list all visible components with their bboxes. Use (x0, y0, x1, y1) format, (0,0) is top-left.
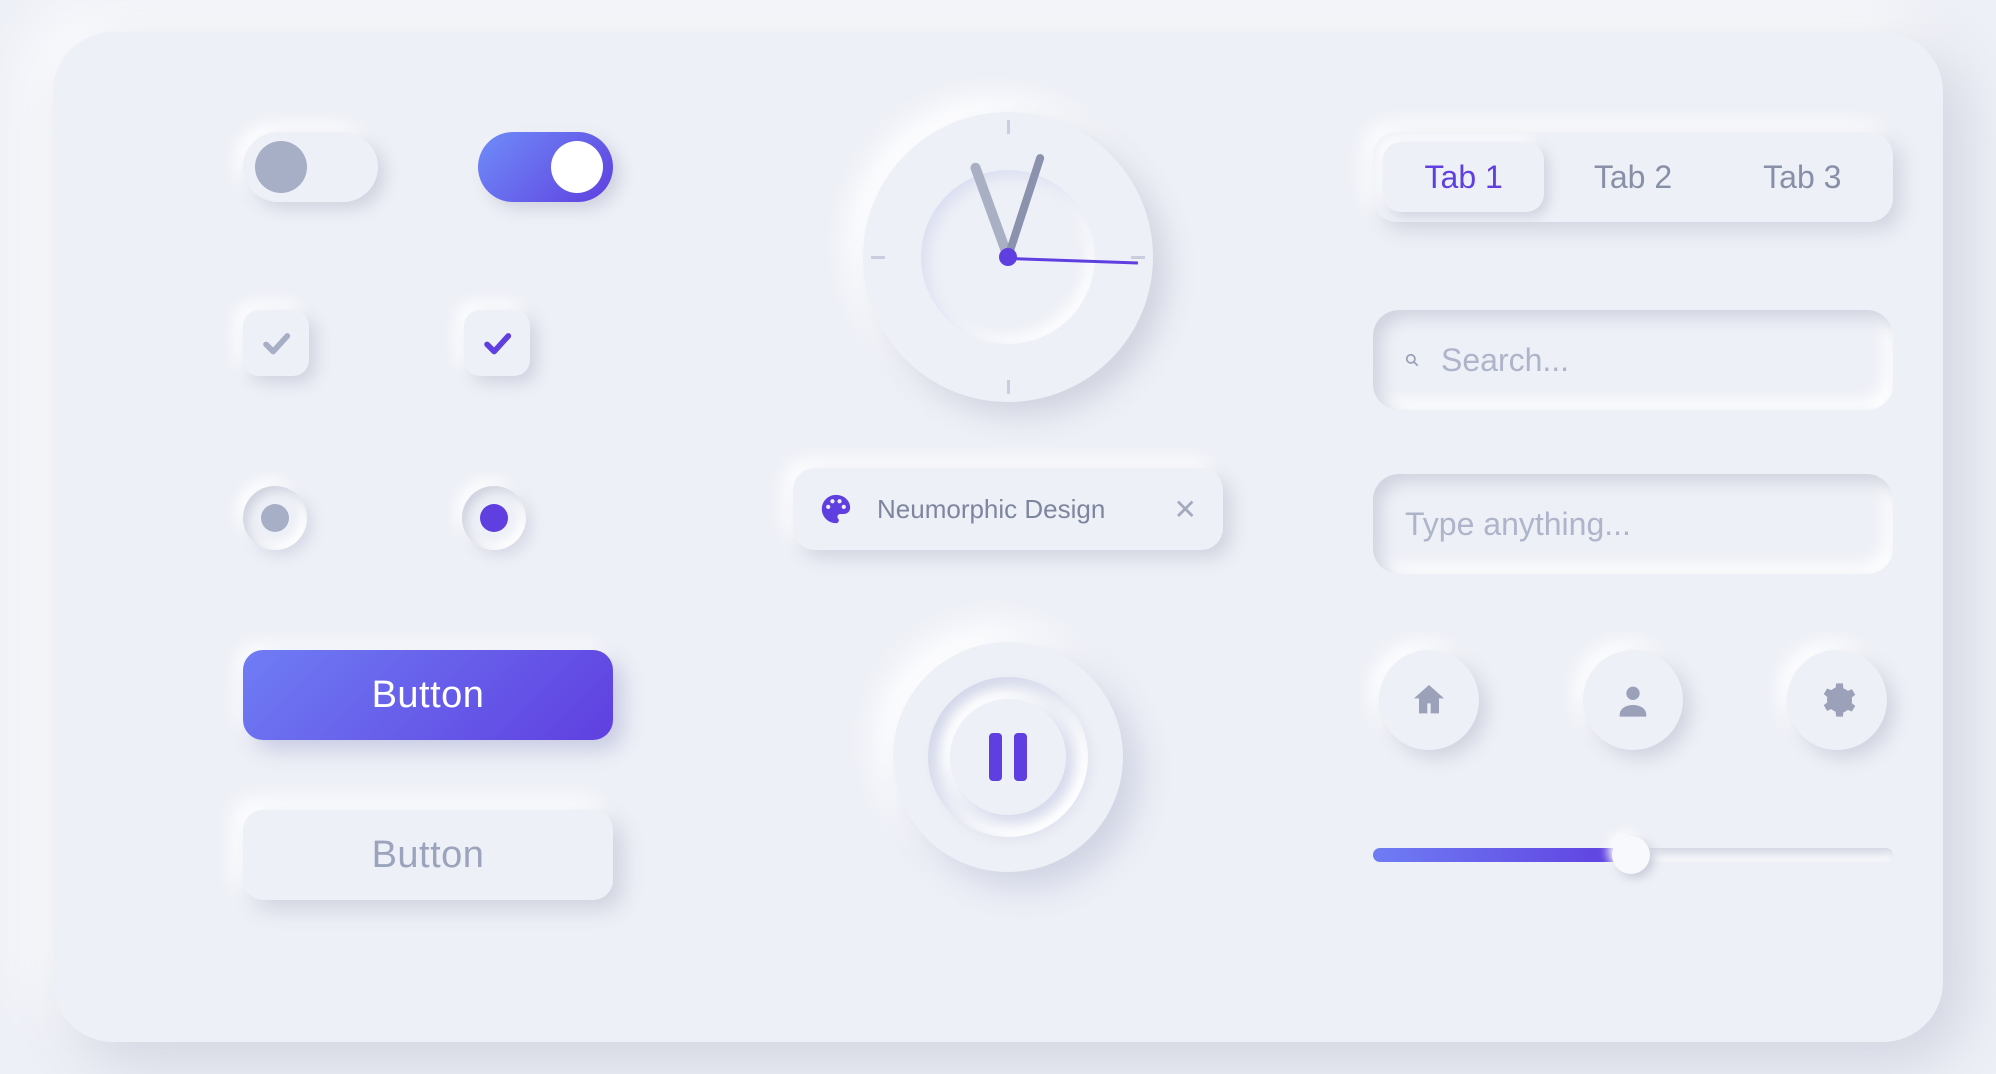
chip-label: Neumorphic Design (877, 494, 1150, 525)
search-icon (1405, 345, 1419, 375)
check-icon (480, 326, 514, 360)
toggle-knob (551, 141, 603, 193)
tab-bar: Tab 1 Tab 2 Tab 3 (1373, 132, 1893, 222)
toggle-on[interactable] (478, 132, 613, 202)
close-icon[interactable]: ✕ (1174, 493, 1197, 526)
neutral-button[interactable]: Button (243, 810, 613, 900)
user-icon (1613, 680, 1653, 720)
toggle-off[interactable] (243, 132, 378, 202)
search-field[interactable] (1373, 310, 1893, 410)
radio-unselected[interactable] (243, 486, 307, 550)
tab-3[interactable]: Tab 3 (1722, 142, 1883, 212)
user-button[interactable] (1583, 650, 1683, 750)
checkbox-blue[interactable] (464, 310, 530, 376)
neumorphic-panel: Button Button Neumorphic Design ✕ (53, 32, 1943, 1042)
gear-icon (1817, 680, 1857, 720)
chip[interactable]: Neumorphic Design ✕ (793, 468, 1223, 550)
tab-1[interactable]: Tab 1 (1383, 142, 1544, 212)
palette-icon (819, 492, 853, 526)
radio-dot (261, 504, 289, 532)
home-icon (1409, 680, 1449, 720)
clock (863, 112, 1153, 402)
slider-fill (1373, 848, 1623, 862)
check-icon (259, 326, 293, 360)
search-input[interactable] (1441, 342, 1861, 379)
pause-icon (1014, 733, 1027, 781)
radio-dot (480, 504, 508, 532)
text-field[interactable] (1373, 474, 1893, 574)
tab-2[interactable]: Tab 2 (1552, 142, 1713, 212)
primary-button[interactable]: Button (243, 650, 613, 740)
text-input[interactable] (1405, 506, 1861, 543)
pause-button[interactable] (893, 642, 1123, 872)
radio-selected[interactable] (462, 486, 526, 550)
slider[interactable] (1373, 834, 1893, 874)
toggle-knob (255, 141, 307, 193)
pause-icon (989, 733, 1002, 781)
settings-button[interactable] (1787, 650, 1887, 750)
home-button[interactable] (1379, 650, 1479, 750)
slider-thumb[interactable] (1612, 836, 1650, 874)
checkbox-grey[interactable] (243, 310, 309, 376)
